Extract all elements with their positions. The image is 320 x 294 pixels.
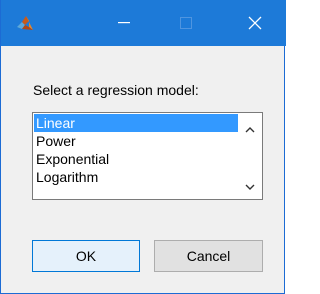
listbox-scrollbar[interactable] <box>238 113 262 199</box>
maximize-button <box>155 0 217 46</box>
scroll-up-button[interactable] <box>238 121 262 139</box>
minimize-button[interactable] <box>93 0 155 46</box>
list-item-logarithm[interactable]: Logarithm <box>34 168 238 186</box>
list-item-linear[interactable]: Linear <box>34 114 238 132</box>
model-listbox[interactable]: Linear Power Exponential Logarithm <box>32 112 263 200</box>
cancel-button[interactable]: Cancel <box>154 240 263 272</box>
scroll-down-button[interactable] <box>238 179 262 197</box>
close-icon <box>248 16 262 30</box>
dialog-window: Select a regression model: Linear Power … <box>0 0 286 294</box>
chevron-up-icon <box>245 127 255 133</box>
list-item-power[interactable]: Power <box>34 132 238 150</box>
maximize-icon <box>180 17 192 29</box>
minimize-icon <box>118 22 130 24</box>
matlab-logo-icon <box>16 15 34 33</box>
prompt-label: Select a regression model: <box>33 82 199 98</box>
title-bar[interactable] <box>1 0 286 46</box>
dialog-body: Select a regression model: Linear Power … <box>1 46 284 293</box>
list-item-exponential[interactable]: Exponential <box>34 150 238 168</box>
close-button[interactable] <box>224 0 286 46</box>
ok-button[interactable]: OK <box>32 240 140 272</box>
chevron-down-icon <box>245 184 255 190</box>
